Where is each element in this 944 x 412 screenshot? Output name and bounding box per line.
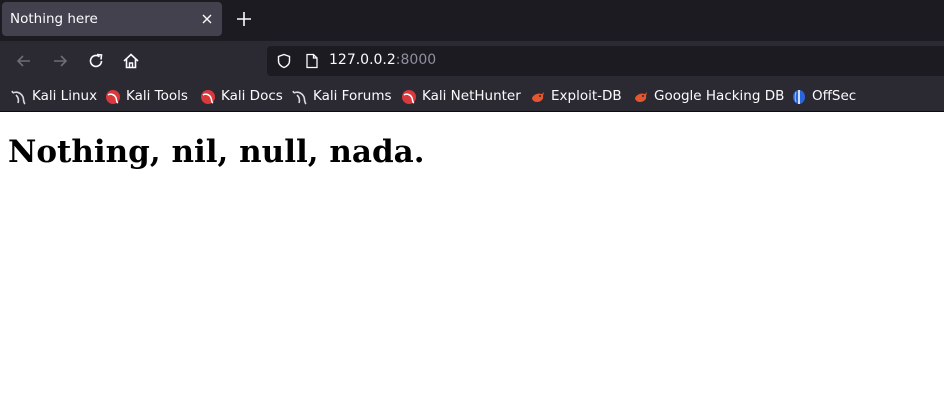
- bookmark-label: Kali NetHunter: [422, 88, 521, 104]
- offsec-icon: [793, 90, 805, 104]
- home-icon[interactable]: [121, 51, 141, 71]
- kali-red-icon: [201, 90, 215, 104]
- tab-title: Nothing here: [10, 11, 98, 27]
- exploit-db-icon: [635, 92, 647, 102]
- bookmark-label: Kali Docs: [221, 88, 283, 104]
- kali-red-icon: [106, 90, 120, 104]
- exploit-db-icon: [532, 92, 544, 102]
- back-arrow-icon[interactable]: [14, 51, 34, 71]
- page-heading: Nothing, nil, null, nada.: [8, 134, 425, 170]
- close-tab-icon[interactable]: [198, 10, 216, 28]
- page-info-icon[interactable]: [305, 53, 319, 69]
- kali-red-icon: [402, 90, 416, 104]
- nav-toolbar: 127.0.0.2:8000: [0, 41, 944, 81]
- tracking-protection-shield-icon[interactable]: [276, 53, 292, 69]
- reload-icon[interactable]: [86, 51, 106, 71]
- kali-dragon-icon: [292, 90, 307, 105]
- bookmarks-toolbar: Kali Linux Kali Tools Kali Docs Kali For…: [0, 81, 944, 112]
- bookmark-label: Kali Forums: [313, 88, 392, 104]
- url-port: :8000: [395, 52, 437, 68]
- bookmark-label: Exploit-DB: [551, 88, 622, 104]
- new-tab-plus-icon[interactable]: [234, 9, 254, 29]
- bookmark-label: OffSec: [812, 88, 857, 104]
- tab-active[interactable]: Nothing here: [2, 2, 222, 36]
- bookmark-label: Kali Linux: [32, 88, 98, 104]
- tab-strip: Nothing here: [0, 0, 944, 41]
- url-host: 127.0.0.2: [329, 52, 396, 68]
- kali-dragon-icon: [11, 90, 26, 105]
- address-bar[interactable]: 127.0.0.2:8000: [267, 46, 944, 76]
- forward-arrow-icon[interactable]: [50, 51, 70, 71]
- url-text[interactable]: 127.0.0.2:8000: [329, 52, 436, 68]
- page-content: Nothing, nil, null, nada.: [0, 112, 944, 412]
- bookmark-label: Google Hacking DB: [654, 88, 785, 104]
- bookmark-label: Kali Tools: [126, 88, 188, 104]
